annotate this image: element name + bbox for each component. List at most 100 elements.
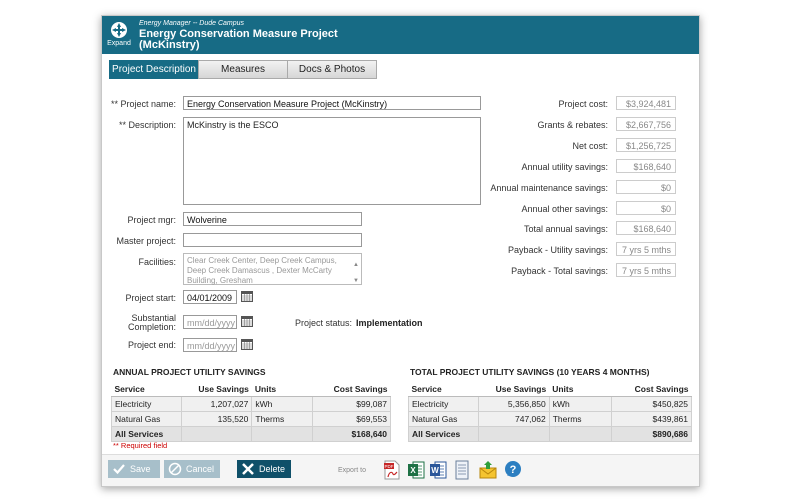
pdf-icon[interactable]: PDF <box>383 460 401 480</box>
export-label: Export to <box>338 467 367 474</box>
column-header: Use Savings <box>181 382 252 397</box>
project-cost-label: Project cost: <box>558 99 608 109</box>
expand-icon <box>111 22 127 38</box>
table-cell <box>251 426 313 442</box>
svg-text:X: X <box>410 466 416 475</box>
table-row: Natural Gas 747,062 Therms $439,861 <box>407 411 692 427</box>
project-start-input[interactable]: 04/01/2009 <box>183 290 237 304</box>
table-cell: Natural Gas <box>407 411 480 427</box>
table-cell: $890,686 <box>611 426 692 442</box>
table-cell: $69,553 <box>311 411 392 427</box>
table-cell: $99,087 <box>311 396 392 412</box>
payback-utility-value: 7 yrs 5 mths <box>616 242 676 256</box>
annual-maintenance-savings-value: $0 <box>616 180 676 194</box>
delete-button[interactable]: Delete <box>237 460 291 478</box>
table-cell: $450,825 <box>611 396 692 412</box>
project-window: Expand Energy Manager -- Dude Campus Ene… <box>101 15 700 487</box>
project-name-input[interactable]: Energy Conservation Measure Project (McK… <box>183 96 481 110</box>
calendar-icon[interactable] <box>241 339 253 350</box>
column-header: Use Savings <box>478 382 550 397</box>
project-end-input[interactable]: mm/dd/yyyy <box>183 338 237 352</box>
save-button[interactable]: Save <box>108 460 160 478</box>
table-row: Electricity 1,207,027 kWh $99,087 <box>110 396 392 412</box>
document-icon[interactable] <box>453 460 471 480</box>
table-cell: Natural Gas <box>110 411 183 427</box>
annual-utility-savings-label: Annual utility savings: <box>521 162 608 172</box>
total-annual-savings-label: Total annual savings: <box>523 224 608 234</box>
project-mgr-label: Project mgr: <box>127 215 176 225</box>
table-cell: 1,207,027 <box>181 396 253 412</box>
email-icon[interactable] <box>479 460 497 480</box>
annual-utility-savings-value: $168,640 <box>616 159 676 173</box>
save-button-label: Save <box>130 464 151 474</box>
project-mgr-input[interactable]: Wolverine <box>183 212 362 226</box>
tab-docs-photos[interactable]: Docs & Photos <box>287 60 377 79</box>
table-row: Natural Gas 135,520 Therms $69,553 <box>110 411 392 427</box>
grants-rebates-value: $2,667,756 <box>616 117 676 131</box>
description-label: ** Description: <box>118 120 176 130</box>
description-textarea[interactable]: McKinstry is the ESCO <box>183 117 481 205</box>
table-cell: $439,861 <box>611 411 692 427</box>
column-header: Cost Savings <box>611 382 692 397</box>
column-header: Units <box>251 382 313 397</box>
column-header: Units <box>549 382 612 397</box>
title-bar: Expand Energy Manager -- Dude Campus Ene… <box>102 16 699 54</box>
master-project-input[interactable] <box>183 233 362 247</box>
master-project-label: Master project: <box>116 236 176 246</box>
required-field-note: ** Required field <box>113 441 168 450</box>
cancel-button[interactable]: Cancel <box>164 460 220 478</box>
project-start-label: Project start: <box>125 293 176 303</box>
cancel-icon <box>168 462 182 476</box>
project-name-label: ** Project name: <box>110 99 176 109</box>
total-annual-savings-value: $168,640 <box>616 221 676 235</box>
grants-rebates-label: Grants & rebates: <box>537 120 608 130</box>
table-cell <box>548 426 613 442</box>
substantial-completion-input[interactable]: mm/dd/yyyy <box>183 315 237 329</box>
tab-measures[interactable]: Measures <box>198 60 288 79</box>
app-context: Energy Manager -- Dude Campus <box>139 20 245 27</box>
delete-button-label: Delete <box>259 464 286 474</box>
net-cost-value: $1,256,725 <box>616 138 676 152</box>
table-cell: Therms <box>548 411 613 427</box>
substantial-label-2: Completion: <box>127 322 176 332</box>
table-total-row: All Services $890,686 <box>407 426 692 442</box>
calendar-icon[interactable] <box>241 291 253 302</box>
total-savings-table: Service Use Savings Units Cost Savings E… <box>407 382 692 442</box>
table-cell: Electricity <box>407 396 480 412</box>
table-cell: $168,640 <box>311 426 392 442</box>
word-icon[interactable]: W <box>429 460 447 480</box>
table-cell <box>478 426 550 442</box>
project-status-label: Project status: <box>294 318 352 328</box>
page-title: Energy Conservation Measure Project (McK… <box>139 28 338 51</box>
expand-label: Expand <box>107 40 131 47</box>
table-cell: All Services <box>110 426 183 442</box>
table-cell: 5,356,850 <box>478 396 550 412</box>
annual-savings-title: ANNUAL PROJECT UTILITY SAVINGS <box>113 367 266 377</box>
cancel-button-label: Cancel <box>186 464 215 474</box>
table-cell: kWh <box>251 396 313 412</box>
table-cell: All Services <box>407 426 480 442</box>
facilities-list[interactable]: Clear Creek Center, Deep Creek Campus, D… <box>183 253 362 285</box>
facilities-scroll-arrows[interactable]: ▲ ▼ <box>353 257 359 289</box>
table-row: Electricity 5,356,850 kWh $450,825 <box>407 396 692 412</box>
column-header: Cost Savings <box>312 382 391 397</box>
close-x-icon <box>242 463 254 475</box>
table-cell: Therms <box>251 411 313 427</box>
calendar-icon[interactable] <box>241 316 253 327</box>
table-cell: 135,520 <box>181 411 253 427</box>
table-total-row: All Services $168,640 <box>110 426 392 442</box>
tab-project-description[interactable]: Project Description <box>109 60 199 79</box>
excel-icon[interactable]: X <box>407 460 425 480</box>
annual-other-savings-value: $0 <box>616 201 676 215</box>
svg-text:?: ? <box>510 464 517 476</box>
column-header: Service <box>111 382 182 397</box>
expand-button[interactable]: Expand <box>106 21 132 47</box>
net-cost-label: Net cost: <box>572 141 608 151</box>
table-cell: Electricity <box>110 396 183 412</box>
bottom-toolbar: Save Cancel Delete Export to PDF X W ? <box>102 454 699 486</box>
payback-total-label: Payback - Total savings: <box>511 266 608 276</box>
table-cell <box>181 426 253 442</box>
help-icon[interactable]: ? <box>504 460 522 480</box>
total-savings-title: TOTAL PROJECT UTILITY SAVINGS (10 YEARS … <box>410 367 650 377</box>
annual-savings-table: Service Use Savings Units Cost Savings E… <box>110 382 392 442</box>
